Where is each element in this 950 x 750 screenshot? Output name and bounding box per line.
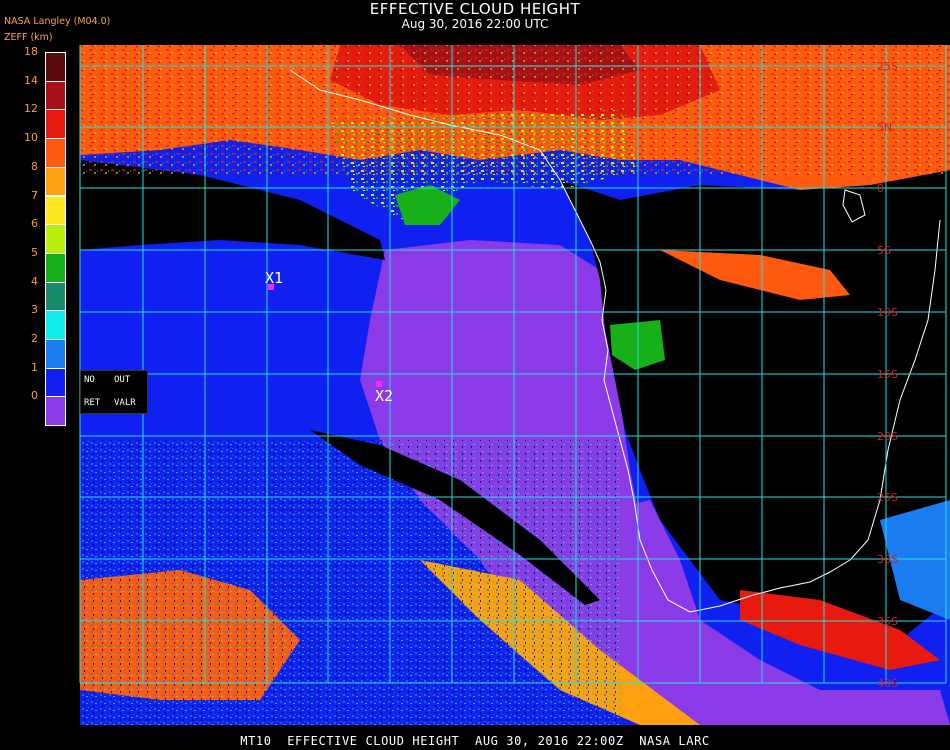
timestamp: Aug 30, 2016 22:00 UTC: [401, 17, 549, 31]
legend-swatch: [45, 310, 66, 340]
no-retrieval-box: NO OUT RET VALR: [80, 370, 148, 414]
satellite-product-page: 25S 5N 0 5S 10S 15S 20S 25S 30S 35S 40S X1 X2 EFFE…: [0, 0, 950, 750]
legend-tick-label: 4: [31, 274, 38, 288]
legend-tick-label: 7: [31, 188, 38, 202]
latitude-label: 25S: [877, 491, 898, 504]
latitude-label: 15S: [877, 368, 898, 381]
latitude-label: 40S: [877, 677, 898, 690]
legend-swatch: [45, 339, 66, 369]
no-ret-line1: NO: [84, 375, 95, 385]
legend-swatch: [45, 252, 66, 283]
page-title: EFFECTIVE CLOUD HEIGHT: [369, 0, 581, 18]
legend-swatch: [45, 109, 66, 140]
latitude-label: 0: [877, 182, 884, 195]
legend-tick-label: 18: [24, 45, 38, 58]
no-ret-line2: RET: [84, 398, 101, 408]
parameter-label: ZEFF (km): [4, 32, 53, 43]
latitude-label: 20S: [877, 430, 898, 443]
legend-tick-label: 1: [31, 360, 38, 374]
legend-tick-label: 10: [24, 131, 38, 145]
latitude-label: 35S: [877, 615, 898, 628]
legend-swatch: [45, 281, 66, 312]
legend-tick-label: 6: [31, 217, 38, 231]
legend-swatch: [45, 138, 66, 168]
legend-swatch: [45, 195, 66, 226]
marker-x1-label: X1: [265, 269, 283, 287]
out-valr-line1: OUT: [114, 375, 131, 385]
latitude-label: 5N: [877, 121, 892, 134]
latitude-label: 5S: [877, 244, 891, 257]
left-margin: [66, 45, 80, 725]
legend-tick-label: 14: [24, 73, 38, 87]
legend-tick-label: 12: [24, 102, 38, 116]
legend-swatch: [45, 396, 66, 427]
legend-swatch: [45, 166, 66, 197]
marker-x1: X1: [265, 269, 283, 290]
legend-tick-label: 2: [31, 332, 38, 345]
southern-texture: [80, 440, 620, 725]
latitude-label: 25S: [877, 60, 898, 73]
legend-tick-label: 5: [31, 245, 38, 259]
out-valr-line2: VALR: [114, 398, 136, 408]
org-label: NASA Langley (M04.0): [4, 16, 111, 27]
latitude-label: 10S: [877, 306, 898, 319]
legend-tick-label: 0: [31, 389, 38, 403]
legend-tick-label: 3: [31, 303, 38, 317]
legend-swatch: [45, 367, 66, 398]
marker-x2-label: X2: [375, 387, 393, 405]
legend-swatch: [45, 80, 66, 111]
legend-tick-label: 8: [31, 159, 38, 173]
legend-swatch: [45, 52, 66, 82]
legend-swatch: [45, 224, 66, 254]
footer-caption: MT10 EFFECTIVE CLOUD HEIGHT AUG 30, 2016…: [240, 734, 710, 748]
latitude-label: 30S: [877, 553, 898, 566]
